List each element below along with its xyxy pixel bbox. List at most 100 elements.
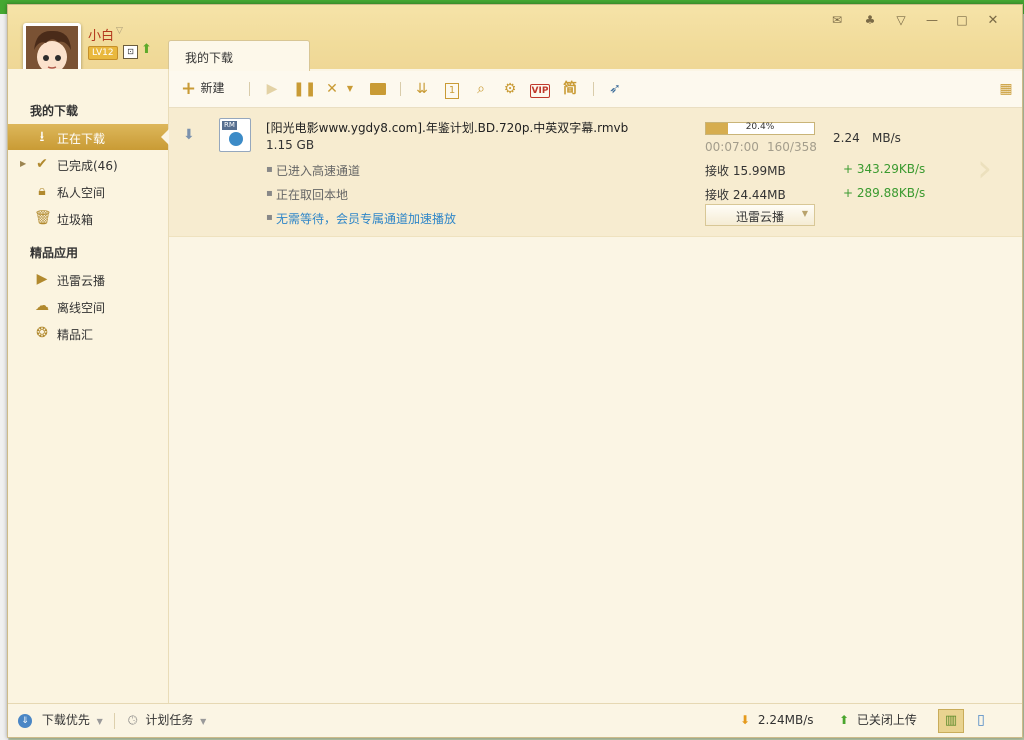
receive-label-1: 接收 15.99MB	[705, 164, 786, 178]
sidebar-item-label: 离线空间	[57, 301, 106, 315]
new-task-button[interactable]: + 新建	[181, 79, 241, 99]
menu-icon[interactable]: ▽	[892, 13, 910, 27]
bullet: ▪	[266, 212, 273, 223]
delete-x-icon: ✕	[326, 81, 338, 97]
time-remaining: 00:07:00	[705, 140, 759, 154]
tab-label: 我的下载	[185, 51, 234, 65]
priority-label: 下载优先	[41, 713, 90, 727]
sidebar-item-label: 私人空间	[57, 186, 106, 200]
priority-button[interactable]: 1	[443, 79, 461, 99]
sidebar-item-private-space[interactable]: 🔒︎ 私人空间	[8, 178, 168, 204]
vip-button[interactable]: VIP	[529, 79, 551, 99]
level-badge: LV12	[88, 46, 118, 60]
sidebar-app-boutique[interactable]: ❂ 精品汇	[8, 320, 168, 346]
schedule-label: 计划任务	[145, 713, 194, 727]
vip-accelerate-link[interactable]: 无需等待，会员专属通道加速播放	[276, 210, 456, 227]
progress-bar: 20.4%	[705, 122, 815, 135]
view-grid-button[interactable]: ▦	[997, 79, 1015, 99]
sidebar-item-downloading[interactable]: ⭳ 正在下载	[8, 124, 169, 150]
bar-chart-icon: ▥	[944, 713, 958, 728]
sort-button[interactable]: ⇊	[413, 79, 431, 99]
start-button[interactable]: ▶	[263, 79, 281, 99]
folder-icon	[370, 83, 386, 95]
sidebar-item-label: 垃圾箱	[57, 213, 94, 227]
player-globe-icon	[229, 132, 243, 146]
plus-icon: +	[181, 78, 197, 99]
thunder-window: 小白 ▽ LV12 ⊡ ⬆ 我的下载 ✉ ♣ ▽ — □ ✕ 我的下载 ⭳ 正在…	[7, 4, 1023, 738]
file-type-tag: RM	[222, 121, 237, 130]
receive-rate-1: + 343.29KB/s	[843, 162, 926, 176]
toolbar: + 新建 ▶ ❚❚ ✕ ▼ ⇊ 1 ⌕ ⚙ VIP 简 ➶ ▦	[169, 71, 1022, 108]
bird-icon: ➶	[609, 81, 621, 97]
delete-options-dropdown[interactable]: ▼	[345, 79, 355, 99]
priority-icon: ⇓	[18, 713, 32, 728]
tab-my-downloads[interactable]: 我的下载	[168, 40, 310, 71]
sidebar-app-offline-space[interactable]: ☁ 离线空间	[8, 293, 168, 319]
search-button[interactable]: ⌕	[472, 79, 490, 99]
downloading-arrow-icon: ⬇	[183, 127, 195, 143]
download-task-row[interactable]: ⬇ RM [阳光电影www.ygdy8.com].年鉴计划.BD.720p.中英…	[169, 108, 1022, 237]
simplified-button[interactable]: 简	[561, 79, 579, 99]
trash-icon: 🗑︎	[34, 210, 52, 226]
grid-icon: ▦	[999, 81, 1013, 97]
total-speed: ⬇ 2.24MB/s	[740, 712, 814, 728]
sidebar-item-label: 精品汇	[57, 328, 94, 342]
scheduled-tasks-button[interactable]: 🕓︎ 计划任务 ▼	[128, 712, 206, 730]
upload-toggle-button[interactable]: ⬆ 已关闭上传	[839, 712, 917, 728]
message-icon[interactable]: ✉	[828, 13, 846, 27]
maximize-icon[interactable]: □	[953, 13, 971, 27]
member-card-icon[interactable]: ⊡	[123, 45, 138, 59]
sidebar-item-trash[interactable]: 🗑︎ 垃圾箱	[8, 205, 168, 231]
status-bar: ⇓ 下载优先 ▼ 🕓︎ 计划任务 ▼ ⬇ 2.24MB/s ⬆ 已关闭上传 ▥ …	[8, 703, 1022, 737]
dropdown-arrow-icon: ▼	[346, 84, 354, 93]
panel-view-button[interactable]: ▯	[970, 709, 992, 731]
skin-icon[interactable]: ♣	[861, 13, 879, 27]
delete-button[interactable]: ✕	[323, 79, 341, 99]
bullet: ▪	[266, 164, 273, 175]
rmvb-file-icon: RM	[219, 118, 251, 152]
sidebar-item-label: 迅雷云播	[57, 274, 106, 288]
gear-icon: ⚙	[503, 81, 517, 97]
thunder-bird-button[interactable]: ➶	[605, 79, 625, 99]
statusbar-divider	[114, 713, 115, 729]
cloud-play-button[interactable]: 迅雷云播 ▼	[705, 204, 815, 226]
download-icon: ⭳	[39, 129, 45, 145]
play-icon: ▶	[266, 81, 278, 97]
expand-arrow-icon[interactable]: ▶	[20, 159, 26, 168]
chevron-down-icon: ▼	[200, 717, 207, 726]
chevron-right-icon[interactable]: ›	[977, 146, 992, 190]
sidebar-item-completed[interactable]: ▶ ✔ 已完成(46)	[8, 151, 168, 177]
chevron-down-icon[interactable]: ▼	[802, 209, 808, 218]
sort-icon: ⇊	[416, 81, 428, 97]
toolbar-divider	[249, 82, 250, 96]
sidebar-app-cloud-play[interactable]: ▶ 迅雷云播	[8, 266, 168, 292]
simplified-label: 简	[563, 81, 577, 97]
file-name: [阳光电影www.ygdy8.com].年鉴计划.BD.720p.中英双字幕.r…	[266, 121, 629, 135]
bullet: ▪	[266, 188, 273, 199]
download-list: ⬇ RM [阳光电影www.ygdy8.com].年鉴计划.BD.720p.中英…	[169, 108, 1022, 703]
search-icon: ⌕	[477, 81, 485, 97]
clock-icon: 🕓︎	[128, 713, 138, 727]
close-icon[interactable]: ✕	[984, 13, 1002, 28]
minimize-icon[interactable]: —	[923, 13, 941, 27]
sidebar-item-label: 已完成(46)	[57, 159, 118, 173]
cloud-play-icon: ▶	[36, 271, 48, 287]
sidebar-item-label: 正在下载	[57, 132, 106, 146]
download-speed: 2.24	[833, 131, 860, 145]
number-one-icon: 1	[445, 83, 459, 99]
settings-button[interactable]: ⚙	[501, 79, 519, 99]
chart-view-button[interactable]: ▥	[938, 709, 964, 733]
file-size: 1.15 GB	[266, 138, 315, 152]
chevron-down-icon: ▼	[96, 717, 103, 726]
username[interactable]: 小白	[88, 25, 114, 44]
upgrade-arrow-icon: ⬆	[141, 42, 152, 57]
upload-arrow-icon: ⬆	[839, 713, 850, 727]
download-priority-button[interactable]: ⇓ 下载优先 ▼	[18, 712, 103, 730]
pause-button[interactable]: ❚❚	[293, 79, 316, 99]
receive-rate-2: + 289.88KB/s	[843, 186, 926, 200]
boutique-icon: ❂	[36, 325, 48, 341]
open-folder-button[interactable]	[368, 79, 388, 99]
sidebar-section-downloads: 我的下载	[30, 104, 79, 118]
upload-status-label: 已关闭上传	[856, 713, 917, 727]
user-menu-chevron-icon[interactable]: ▽	[116, 26, 123, 36]
